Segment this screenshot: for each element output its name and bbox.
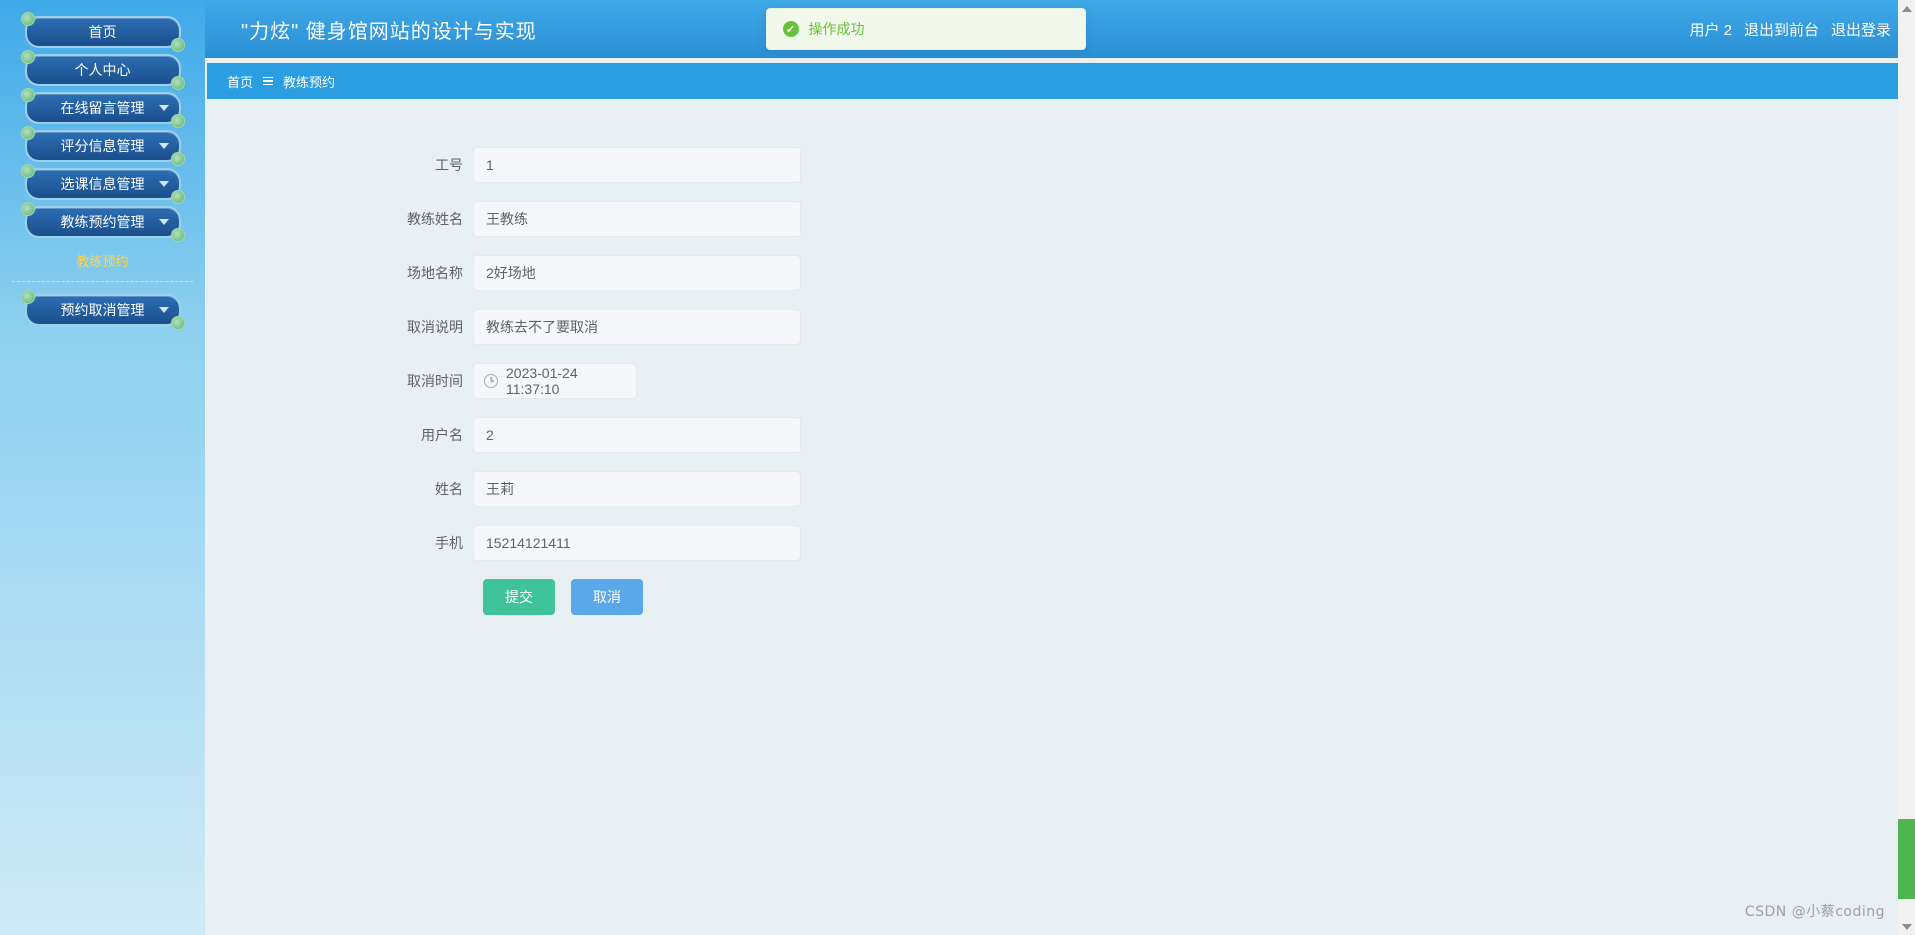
user-label[interactable]: 用户 2 bbox=[1689, 19, 1732, 40]
label-coach-name: 教练姓名 bbox=[255, 209, 473, 229]
nav-ornament-icon bbox=[171, 228, 185, 242]
field-real-name: 姓名 bbox=[255, 471, 1915, 507]
booking-form: 工号 教练姓名 场地名称 取消说明 取消时间 2023-01-24 11:37:… bbox=[207, 99, 1915, 615]
sidebar: 首页 个人中心 在线留言管理 评分信息管理 选课信息管理 教练预约管理 教练预约… bbox=[0, 0, 205, 935]
nav-course-mgmt[interactable]: 选课信息管理 bbox=[25, 168, 181, 200]
exit-front-link[interactable]: 退出到前台 bbox=[1744, 19, 1819, 40]
label-job-no: 工号 bbox=[255, 155, 473, 175]
header-right: 用户 2 退出到前台 退出登录 bbox=[1689, 0, 1891, 58]
nav-label: 教练预约管理 bbox=[61, 214, 145, 230]
nav-booking-cancel-mgmt[interactable]: 预约取消管理 bbox=[25, 294, 181, 326]
window-scrollbar[interactable] bbox=[1898, 0, 1915, 935]
nav-ornament-icon bbox=[21, 88, 35, 102]
field-cancel-time: 取消时间 2023-01-24 11:37:10 bbox=[255, 363, 1915, 399]
nav-profile[interactable]: 个人中心 bbox=[25, 54, 181, 86]
clock-icon bbox=[484, 374, 498, 388]
input-job-no bbox=[473, 147, 801, 183]
nav-message-mgmt[interactable]: 在线留言管理 bbox=[25, 92, 181, 124]
nav-ornament-icon bbox=[21, 164, 35, 178]
nav-ornament-icon bbox=[21, 12, 35, 26]
app-title: "力炫" 健身馆网站的设计与实现 bbox=[241, 15, 537, 44]
nav-ornament-icon bbox=[171, 152, 185, 166]
input-cancel-time: 2023-01-24 11:37:10 bbox=[473, 363, 637, 399]
watermark: CSDN @小蔡coding bbox=[1745, 901, 1885, 921]
nav-rating-mgmt[interactable]: 评分信息管理 bbox=[25, 130, 181, 162]
nav-label: 选课信息管理 bbox=[61, 176, 145, 192]
nav-ornament-icon bbox=[171, 76, 185, 90]
label-phone: 手机 bbox=[255, 533, 473, 553]
scroll-thumb[interactable] bbox=[1898, 819, 1915, 899]
label-username: 用户名 bbox=[255, 425, 473, 445]
nav-ornament-icon bbox=[21, 50, 35, 64]
nav-home[interactable]: 首页 bbox=[25, 16, 181, 48]
check-circle-icon: ✓ bbox=[783, 21, 799, 37]
label-cancel-note: 取消说明 bbox=[255, 317, 473, 337]
nav-ornament-icon bbox=[21, 290, 35, 304]
field-job-no: 工号 bbox=[255, 147, 1915, 183]
nav-divider bbox=[12, 281, 193, 282]
nav-ornament-icon bbox=[171, 190, 185, 204]
scroll-up-arrow-icon[interactable] bbox=[1898, 0, 1915, 17]
field-cancel-note: 取消说明 bbox=[255, 309, 1915, 345]
toast-message: 操作成功 bbox=[809, 19, 865, 39]
input-coach-name bbox=[473, 201, 801, 237]
nav-coach-booking-mgmt[interactable]: 教练预约管理 bbox=[25, 206, 181, 238]
nav-sub-coach-booking[interactable]: 教练预约 bbox=[0, 244, 205, 277]
main-content: 工号 教练姓名 场地名称 取消说明 取消时间 2023-01-24 11:37:… bbox=[207, 99, 1915, 935]
label-real-name: 姓名 bbox=[255, 479, 473, 499]
nav-ornament-icon bbox=[171, 316, 185, 330]
nav-ornament-icon bbox=[21, 126, 35, 140]
nav-label: 个人中心 bbox=[75, 62, 131, 78]
submit-button[interactable]: 提交 bbox=[483, 579, 555, 615]
breadcrumb-home[interactable]: 首页 bbox=[227, 72, 253, 91]
input-username bbox=[473, 417, 801, 453]
breadcrumb-current: 教练预约 bbox=[283, 72, 335, 91]
nav-sub-label: 教练预约 bbox=[76, 254, 128, 269]
menu-icon bbox=[263, 77, 273, 86]
success-toast: ✓ 操作成功 bbox=[766, 8, 1086, 50]
label-venue-name: 场地名称 bbox=[255, 263, 473, 283]
scroll-down-arrow-icon[interactable] bbox=[1898, 918, 1915, 935]
nav-label: 首页 bbox=[89, 24, 117, 40]
nav-ornament-icon bbox=[171, 114, 185, 128]
cancel-time-value: 2023-01-24 11:37:10 bbox=[506, 365, 626, 397]
nav-label: 预约取消管理 bbox=[61, 302, 145, 318]
nav-label: 评分信息管理 bbox=[61, 138, 145, 154]
input-venue-name bbox=[473, 255, 801, 291]
nav-ornament-icon bbox=[171, 38, 185, 52]
cancel-button[interactable]: 取消 bbox=[571, 579, 643, 615]
field-venue-name: 场地名称 bbox=[255, 255, 1915, 291]
nav-label: 在线留言管理 bbox=[61, 100, 145, 116]
input-real-name bbox=[473, 471, 801, 507]
form-actions: 提交 取消 bbox=[483, 579, 1915, 615]
input-cancel-note bbox=[473, 309, 801, 345]
field-username: 用户名 bbox=[255, 417, 1915, 453]
label-cancel-time: 取消时间 bbox=[255, 371, 473, 391]
field-phone: 手机 bbox=[255, 525, 1915, 561]
input-phone bbox=[473, 525, 801, 561]
breadcrumb: 首页 教练预约 bbox=[207, 63, 1915, 99]
nav-ornament-icon bbox=[21, 202, 35, 216]
field-coach-name: 教练姓名 bbox=[255, 201, 1915, 237]
logout-link[interactable]: 退出登录 bbox=[1831, 19, 1891, 40]
